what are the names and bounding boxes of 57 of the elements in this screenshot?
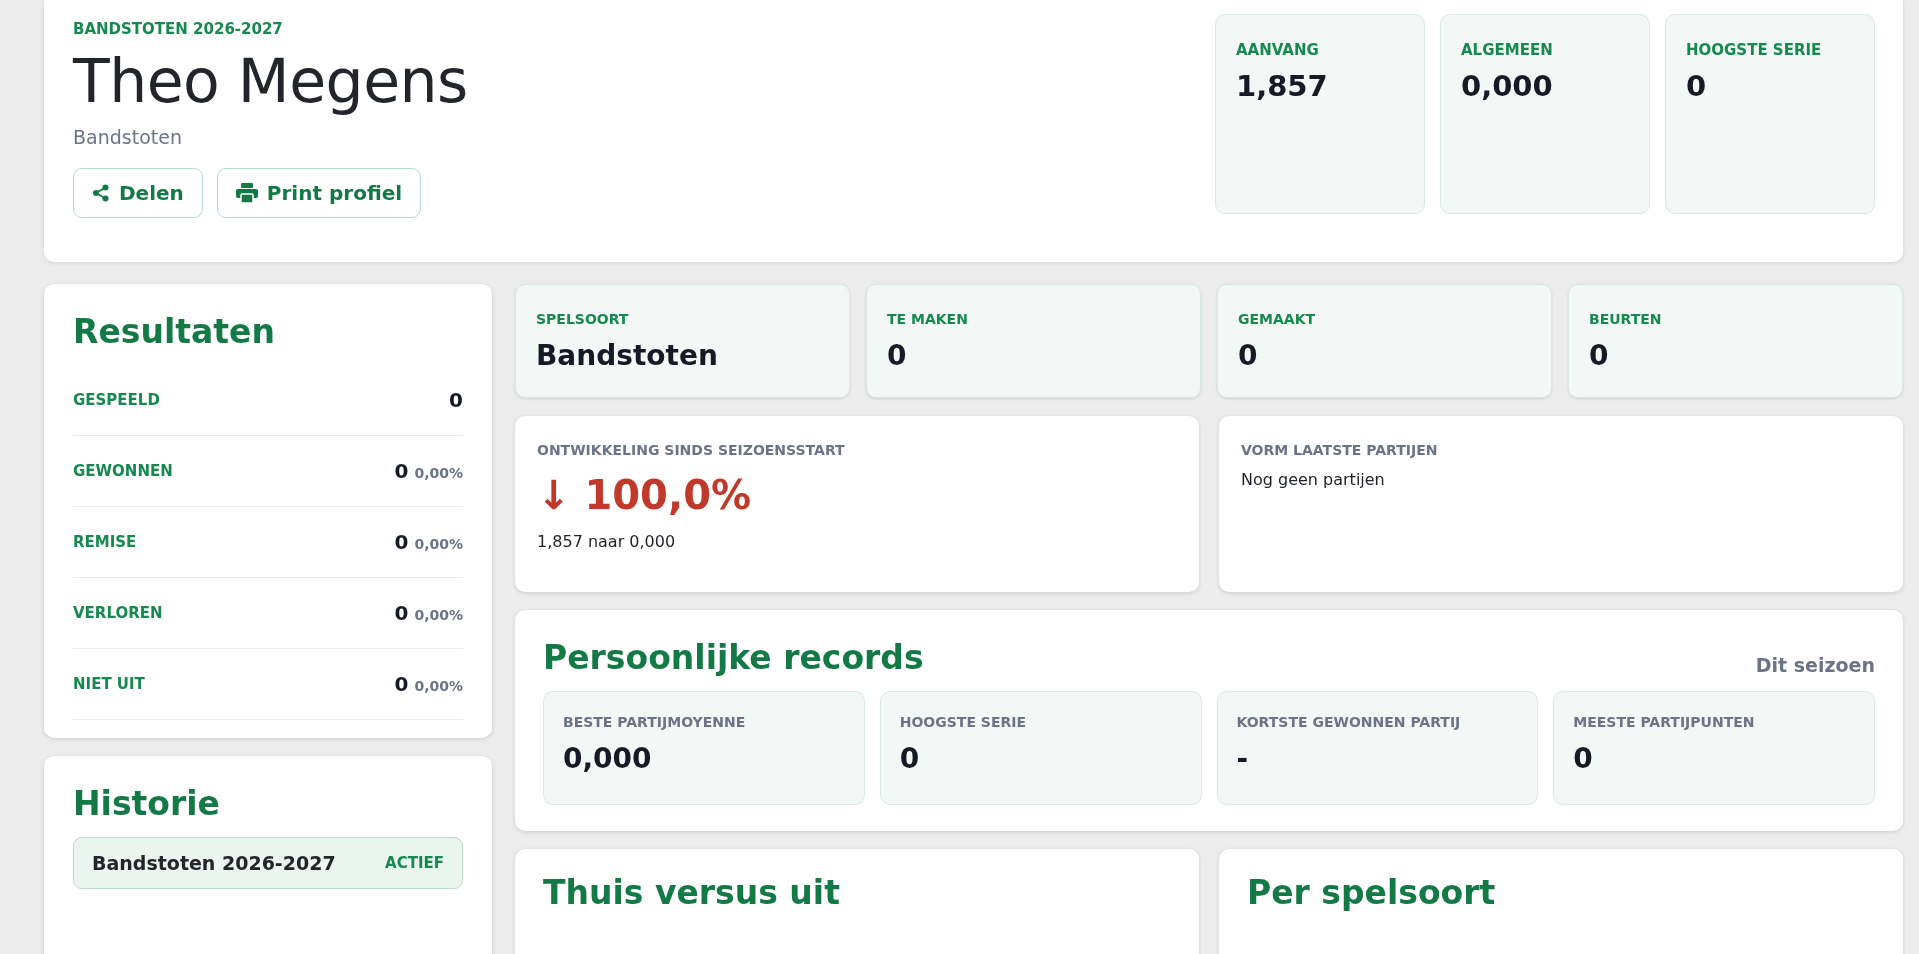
record-value: 0 <box>1573 742 1594 775</box>
record-label: BESTE PARTIJMOYENNE <box>563 714 747 730</box>
empty-message: Nog geen partijen <box>1241 470 1386 489</box>
result-percentage: 0,00% <box>414 465 463 481</box>
result-value: 0 <box>394 672 409 696</box>
record-value: - <box>1236 742 1250 775</box>
stat-value: 1,857 <box>1236 69 1329 103</box>
results-title: Resultaten <box>73 312 276 351</box>
stat-value: 0 <box>887 339 908 372</box>
share-button[interactable]: Delen <box>73 168 203 218</box>
player-name: Theo Megens <box>73 46 468 116</box>
result-value: 0 <box>394 530 409 554</box>
printer-icon <box>235 183 258 203</box>
result-label: NIET UIT <box>73 675 145 693</box>
result-percentage: 0,00% <box>414 678 463 694</box>
stat-label: HOOGSTE SERIE <box>1686 41 1823 59</box>
record-label: HOOGSTE SERIE <box>899 714 1028 730</box>
record-label: MEESTE PARTIJPUNTEN <box>1573 714 1756 730</box>
stat-value: 0 <box>1686 69 1708 103</box>
season-name: Bandstoten 2026-2027 <box>92 852 336 874</box>
section-title: Per spelsoort <box>1247 873 1497 912</box>
season-item[interactable]: Bandstoten 2026-2027 ACTIEF <box>73 837 463 889</box>
record-value: 0,000 <box>563 742 653 775</box>
result-percentage: 0,00% <box>414 536 463 552</box>
record-label: KORTSTE GEWONNEN PARTIJ <box>1236 714 1462 730</box>
result-value: 0 <box>449 388 463 412</box>
section-title: Thuis versus uit <box>543 873 841 912</box>
print-button[interactable]: Print profiel <box>216 168 422 218</box>
discipline-label: Bandstoten <box>73 126 183 148</box>
development-value: ↓ 100,0% <box>537 472 753 518</box>
result-label: REMISE <box>73 533 137 551</box>
record-value: 0 <box>899 742 921 775</box>
result-value: 0 <box>394 459 409 483</box>
stat-value: 0 <box>1589 339 1610 372</box>
season-filter[interactable]: Dit seizoen <box>1755 653 1875 676</box>
result-label: GESPEELD <box>73 391 160 409</box>
development-detail: 1,857 naar 0,000 <box>537 532 677 551</box>
stat-label: TE MAKEN <box>887 311 969 327</box>
result-label: VERLOREN <box>73 604 163 622</box>
development-title: ONTWIKKELING SINDS SEIZOENSSTART <box>537 442 846 458</box>
result-value: 0 <box>394 601 409 625</box>
stat-label: BEURTEN <box>1589 311 1663 327</box>
stat-label: SPELSOORT <box>536 311 630 327</box>
result-percentage: 0,00% <box>414 607 463 623</box>
stat-label: AANVANG <box>1236 41 1320 59</box>
stat-label: ALGEMEEN <box>1461 41 1554 59</box>
stat-value: 0,000 <box>1461 69 1554 103</box>
result-label: GEWONNEN <box>73 462 173 480</box>
stat-value: 0 <box>1238 339 1259 372</box>
history-title: Historie <box>73 784 221 823</box>
stat-label: GEMAAKT <box>1238 311 1317 327</box>
active-label: ACTIEF <box>385 854 444 872</box>
season-label: BANDSTOTEN 2026-2027 <box>73 20 284 38</box>
share-icon <box>92 184 110 202</box>
form-title: VORM LAATSTE PARTIJEN <box>1241 442 1439 458</box>
records-title: Persoonlijke records <box>543 638 924 677</box>
stat-value: Bandstoten <box>536 339 719 372</box>
